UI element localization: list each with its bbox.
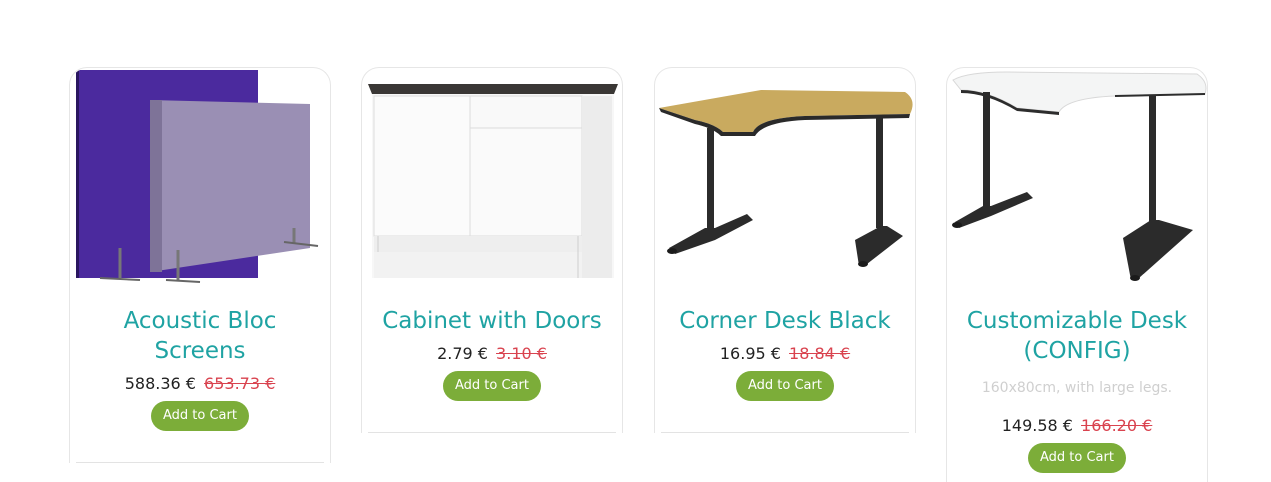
product-grid: Acoustic Bloc Screens 588.36 € 653.73 € …	[0, 0, 1271, 482]
product-card[interactable]: Cabinet with Doors 2.79 € 3.10 € Add to …	[361, 67, 623, 433]
product-title[interactable]: Corner Desk Black	[669, 306, 901, 336]
current-price: 149.58 €	[1001, 416, 1073, 435]
card-divider	[661, 432, 909, 433]
product-card[interactable]: Customizable Desk (CONFIG) 160x80cm, wit…	[946, 67, 1208, 482]
current-price: 2.79 €	[437, 344, 488, 363]
current-price: 588.36 €	[124, 374, 196, 393]
card-divider	[76, 462, 324, 463]
product-image[interactable]	[655, 68, 915, 286]
price-row: 149.58 € 166.20 €	[947, 416, 1207, 435]
price-row: 588.36 € 653.73 €	[70, 374, 330, 393]
product-description: 160x80cm, with large legs.	[981, 380, 1173, 396]
add-to-cart-button[interactable]: Add to Cart	[443, 371, 541, 401]
card-divider	[368, 432, 616, 433]
current-price: 16.95 €	[719, 344, 781, 363]
product-image[interactable]	[362, 68, 622, 286]
old-price: 653.73 €	[204, 374, 276, 393]
price-row: 2.79 € 3.10 €	[362, 344, 622, 363]
old-price: 3.10 €	[496, 344, 547, 363]
product-title[interactable]: Customizable Desk (CONFIG)	[961, 306, 1193, 366]
product-title[interactable]: Cabinet with Doors	[376, 306, 608, 336]
product-image[interactable]	[70, 68, 330, 286]
product-title[interactable]: Acoustic Bloc Screens	[84, 306, 316, 366]
price-row: 16.95 € 18.84 €	[655, 344, 915, 363]
add-to-cart-button[interactable]: Add to Cart	[151, 401, 249, 431]
product-card[interactable]: Acoustic Bloc Screens 588.36 € 653.73 € …	[69, 67, 331, 463]
old-price: 166.20 €	[1081, 416, 1153, 435]
product-image[interactable]	[947, 68, 1207, 286]
product-card[interactable]: Corner Desk Black 16.95 € 18.84 € Add to…	[654, 67, 916, 433]
add-to-cart-button[interactable]: Add to Cart	[736, 371, 834, 401]
old-price: 18.84 €	[789, 344, 851, 363]
add-to-cart-button[interactable]: Add to Cart	[1028, 443, 1126, 473]
